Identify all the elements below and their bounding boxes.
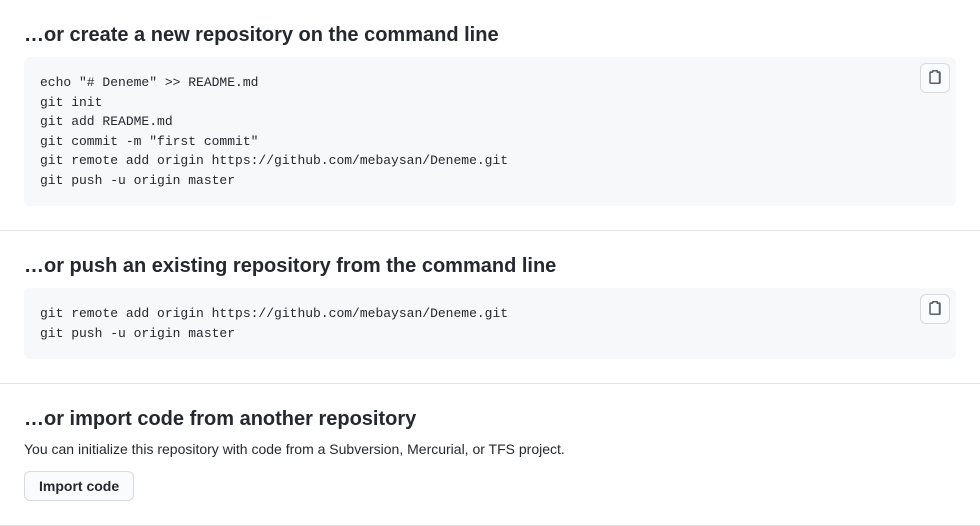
push-code-block: git remote add origin https://github.com… [24, 288, 956, 359]
push-heading: …or push an existing repository from the… [24, 255, 956, 278]
push-code: git remote add origin https://github.com… [40, 304, 940, 343]
create-code-block: echo "# Deneme" >> README.md git init gi… [24, 57, 956, 206]
import-heading: …or import code from another repository [24, 408, 956, 431]
create-code: echo "# Deneme" >> README.md git init gi… [40, 73, 940, 190]
import-description: You can initialize this repository with … [24, 441, 956, 457]
copy-button[interactable] [920, 294, 950, 324]
import-repo-section: …or import code from another repository … [0, 384, 980, 526]
copy-button[interactable] [920, 63, 950, 93]
import-code-button[interactable]: Import code [24, 471, 134, 501]
create-repo-section: …or create a new repository on the comma… [0, 0, 980, 231]
push-repo-section: …or push an existing repository from the… [0, 231, 980, 384]
clipboard-icon [927, 300, 943, 319]
create-heading: …or create a new repository on the comma… [24, 24, 956, 47]
clipboard-icon [927, 69, 943, 88]
